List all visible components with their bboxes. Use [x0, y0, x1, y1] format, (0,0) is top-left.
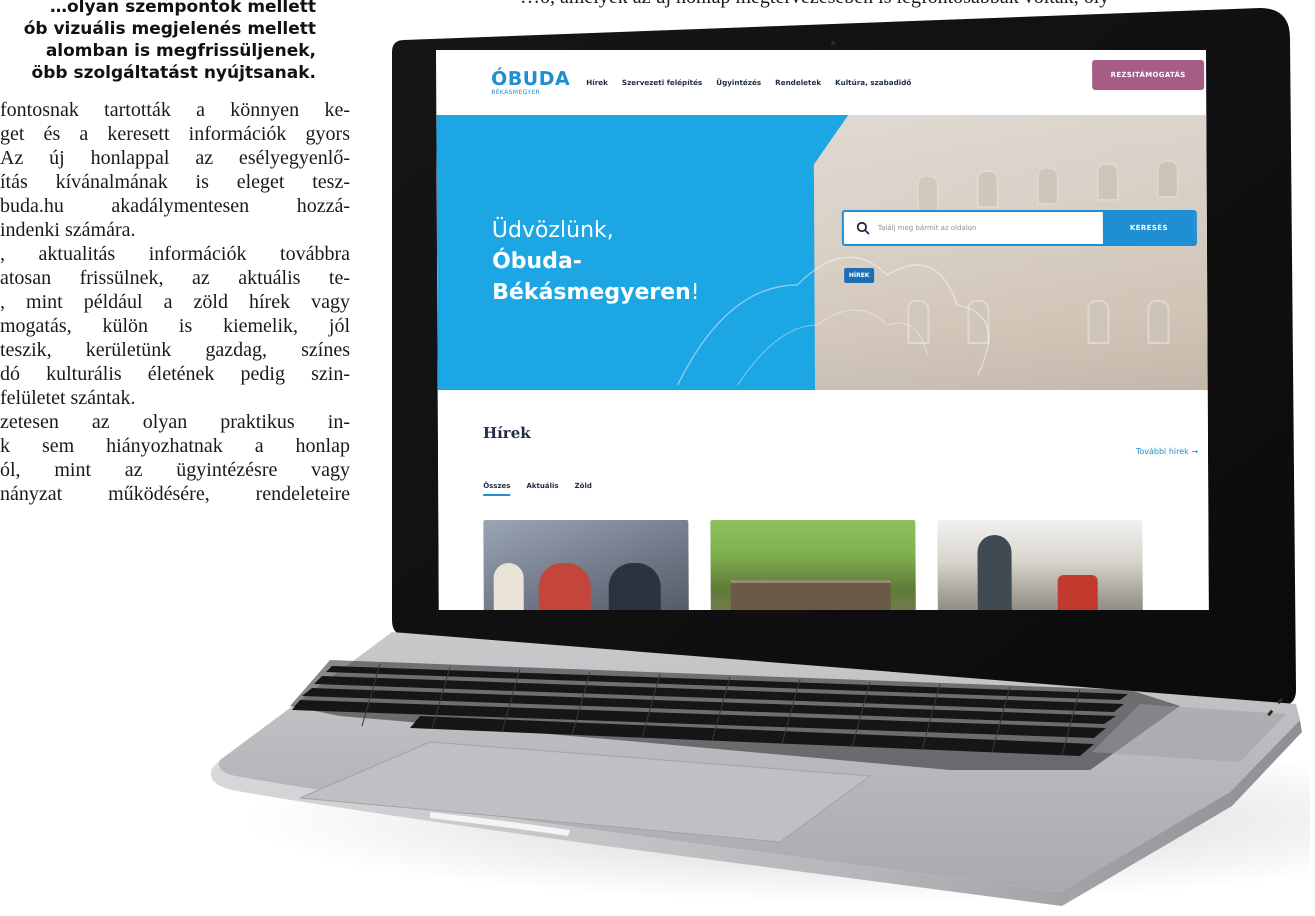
news-tabs: Összes Aktuális Zöld — [483, 482, 592, 496]
site-logo[interactable]: ÓBUDA BÉKÁSMEGYER — [491, 67, 571, 96]
nav-item-hirek[interactable]: Hírek — [586, 78, 608, 87]
hero-line-2: Óbuda- — [491, 249, 582, 274]
nav-item-ugyintezes[interactable]: Ügyintézés — [716, 78, 761, 87]
nav-item-rendeletek[interactable]: Rendeletek — [775, 78, 821, 87]
hirek-tag[interactable]: HÍREK — [844, 268, 875, 283]
logo-wordmark: ÓBUDA — [491, 67, 571, 90]
hero-line-3: Békásmegyeren — [492, 280, 691, 305]
hero-greeting: Üdvözlünk, Óbuda- Békásmegyeren! — [492, 215, 700, 308]
tab-aktualis[interactable]: Aktuális — [526, 482, 558, 496]
site-search: Találj meg bármit az oldalon KERESÉS — [841, 210, 1197, 246]
news-card-garden-photo[interactable] — [710, 520, 916, 610]
news-section: Hírek További hírek → Összes Aktuális Zö… — [437, 390, 1209, 610]
hero-banner: Üdvözlünk, Óbuda- Békásmegyeren! Találj … — [436, 115, 1208, 390]
news-card-street-photo[interactable] — [937, 520, 1143, 610]
webcam-icon — [830, 40, 836, 46]
logo-subtitle: BÉKÁSMEGYER — [491, 88, 541, 96]
tab-osszes[interactable]: Összes — [483, 482, 511, 496]
news-card-ceremony-photo[interactable] — [483, 520, 689, 610]
site-header: ÓBUDA BÉKÁSMEGYER Hírek Szervezeti felép… — [436, 50, 1206, 115]
rezsitamogatas-button[interactable]: REZSITÁMOGATÁS — [1092, 60, 1205, 90]
tab-zold[interactable]: Zöld — [575, 482, 592, 496]
search-icon — [852, 217, 874, 239]
main-nav: Hírek Szervezeti felépítés Ügyintézés Re… — [586, 78, 911, 87]
news-cards — [483, 520, 1143, 610]
laptop-screen: ÓBUDA BÉKÁSMEGYER Hírek Szervezeti felép… — [436, 50, 1209, 610]
news-heading: Hírek — [482, 424, 531, 442]
more-news-link[interactable]: További hírek → — [1136, 447, 1198, 456]
search-button[interactable]: KERESÉS — [1102, 212, 1195, 244]
hero-exclamation: ! — [690, 280, 700, 305]
search-input[interactable]: Találj meg bármit az oldalon — [878, 224, 1103, 232]
nav-item-szervezeti-felepites[interactable]: Szervezeti felépítés — [622, 78, 702, 87]
nav-item-kultura[interactable]: Kultúra, szabadidő — [835, 78, 911, 87]
website: ÓBUDA BÉKÁSMEGYER Hírek Szervezeti felép… — [436, 50, 1209, 610]
hero-line-1: Üdvözlünk, — [491, 218, 614, 243]
